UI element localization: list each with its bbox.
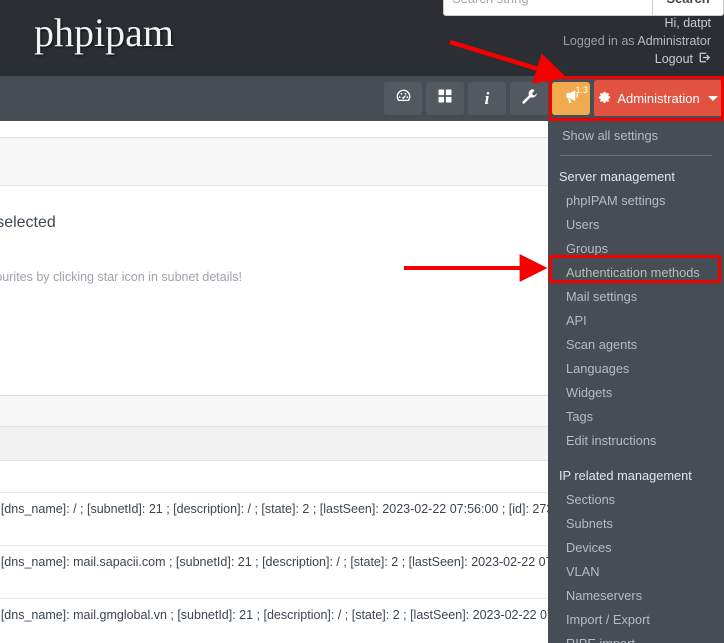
menu-item-import-export[interactable]: Import / Export — [548, 608, 724, 632]
menu-item-languages[interactable]: Languages — [548, 357, 724, 381]
information-icon-button[interactable]: i — [468, 82, 506, 115]
menu-divider — [560, 155, 712, 156]
top-header: phpipam Search Hi, datpt Logged in as Ad… — [0, 0, 724, 76]
changelog-entry-line1: ; ; [ip_addr]: 103.28.38.205 ; [dns_name… — [0, 502, 549, 516]
main-navbar: i 1.3 Administration — [0, 76, 724, 121]
logout-row[interactable]: Logout — [563, 50, 711, 69]
changelog-panel-subheader — [0, 427, 549, 461]
menu-item-widgets[interactable]: Widgets — [548, 381, 724, 405]
changelog-entry-line2: 7:56:00 ; [id]: 2734 — [0, 625, 549, 643]
table-row[interactable]: ; ; [ip_addr]: 103.28.38.167 ; [dns_name… — [0, 546, 549, 599]
navbar-icon-group: i 1.3 — [384, 82, 590, 115]
menu-item-devices[interactable]: Devices — [548, 536, 724, 560]
favourite-subnets-panel: Favourite subnets No favourite subnets s… — [0, 137, 550, 397]
menu-item-subnets[interactable]: Subnets — [548, 512, 724, 536]
greeting-row: Hi, datpt — [563, 15, 711, 33]
info-icon: i — [484, 88, 490, 108]
administration-dropdown-menu: Show all settings Server management phpI… — [548, 116, 724, 643]
changelog-title: Changelog — [0, 461, 549, 493]
grid-icon — [437, 88, 453, 109]
favourite-subnets-hint: You can add subnets to favourites by cli… — [0, 270, 242, 284]
app-logo[interactable]: phpipam — [34, 6, 174, 60]
dashboard-icon-button[interactable] — [384, 82, 422, 115]
administration-button[interactable]: Administration — [594, 80, 722, 117]
announcement-badge: 1.3 — [575, 85, 588, 95]
menu-item-show-all-settings[interactable]: Show all settings — [548, 124, 724, 148]
table-row[interactable]: ; ; [ip_addr]: 103.28.38.146 ; [dns_name… — [0, 599, 549, 643]
phpipam-page: phpipam Search Hi, datpt Logged in as Ad… — [0, 0, 724, 643]
search-button[interactable]: Search — [652, 0, 724, 16]
greeting-prefix: Hi, — [664, 16, 684, 30]
user-info: Hi, datpt Logged in as Administrator Log… — [563, 15, 711, 69]
logged-in-as-label: Logged in as — [562, 33, 635, 48]
sign-out-icon — [698, 51, 711, 70]
chevron-down-icon — [707, 96, 718, 101]
menu-spacer — [548, 453, 724, 464]
menu-item-phpipam-settings[interactable]: phpIPAM settings — [548, 189, 724, 213]
announcement-icon-button[interactable]: 1.3 — [552, 82, 590, 115]
menu-item-ripe-import[interactable]: RIPE import — [548, 632, 724, 643]
menu-item-edit-instructions[interactable]: Edit instructions — [548, 429, 724, 453]
logout-link[interactable]: Logout — [655, 52, 693, 66]
favourite-subnets-empty-title: No favourite subnets selected — [0, 214, 56, 231]
menu-item-users[interactable]: Users — [548, 213, 724, 237]
administration-button-label: Administration — [617, 91, 700, 106]
changelog-panel-header — [0, 396, 549, 427]
menu-item-nameservers[interactable]: Nameservers — [548, 584, 724, 608]
favourite-subnets-panel-body: No favourite subnets selected You can ad… — [0, 186, 549, 294]
logged-in-as-row: Logged in as Administrator — [563, 33, 711, 51]
search-bar: Search — [443, 0, 724, 16]
menu-item-sections[interactable]: Sections — [548, 488, 724, 512]
dashboard-icon — [395, 88, 412, 110]
menu-item-tags[interactable]: Tags — [548, 405, 724, 429]
changelog-entry-line1: ; ; [ip_addr]: 103.28.38.167 ; [dns_name… — [0, 555, 549, 569]
favourite-subnets-panel-header: Favourite subnets — [0, 138, 549, 186]
menu-item-api[interactable]: API — [548, 309, 724, 333]
menu-item-vlan[interactable]: VLAN — [548, 560, 724, 584]
menu-item-mail-settings[interactable]: Mail settings — [548, 285, 724, 309]
wrench-icon — [521, 88, 538, 110]
username: datpt — [683, 16, 711, 30]
menu-group-heading-ip-related-management: IP related management — [559, 468, 692, 483]
gear-icon — [598, 91, 611, 107]
tools-wrench-icon-button[interactable] — [510, 82, 548, 115]
changelog-panel: Changelog ; ; [ip_addr]: 103.28.38.205 ;… — [0, 395, 550, 643]
user-role: Administrator — [637, 33, 711, 48]
changelog-entry-line2: 6 — [0, 519, 549, 539]
changelog-entry-line2: 7:56:00 ; [id]: 2735 — [0, 572, 549, 592]
table-row[interactable]: ; ; [ip_addr]: 103.28.38.205 ; [dns_name… — [0, 493, 549, 546]
menu-item-groups[interactable]: Groups — [548, 237, 724, 261]
menu-item-scan-agents[interactable]: Scan agents — [548, 333, 724, 357]
changelog-entry-line1: ; ; [ip_addr]: 103.28.38.146 ; [dns_name… — [0, 608, 549, 622]
menu-group-heading-server-management: Server management — [559, 169, 675, 184]
menu-item-authentication-methods[interactable]: Authentication methods — [548, 261, 724, 285]
sections-grid-icon-button[interactable] — [426, 82, 464, 115]
search-input[interactable] — [443, 0, 652, 16]
